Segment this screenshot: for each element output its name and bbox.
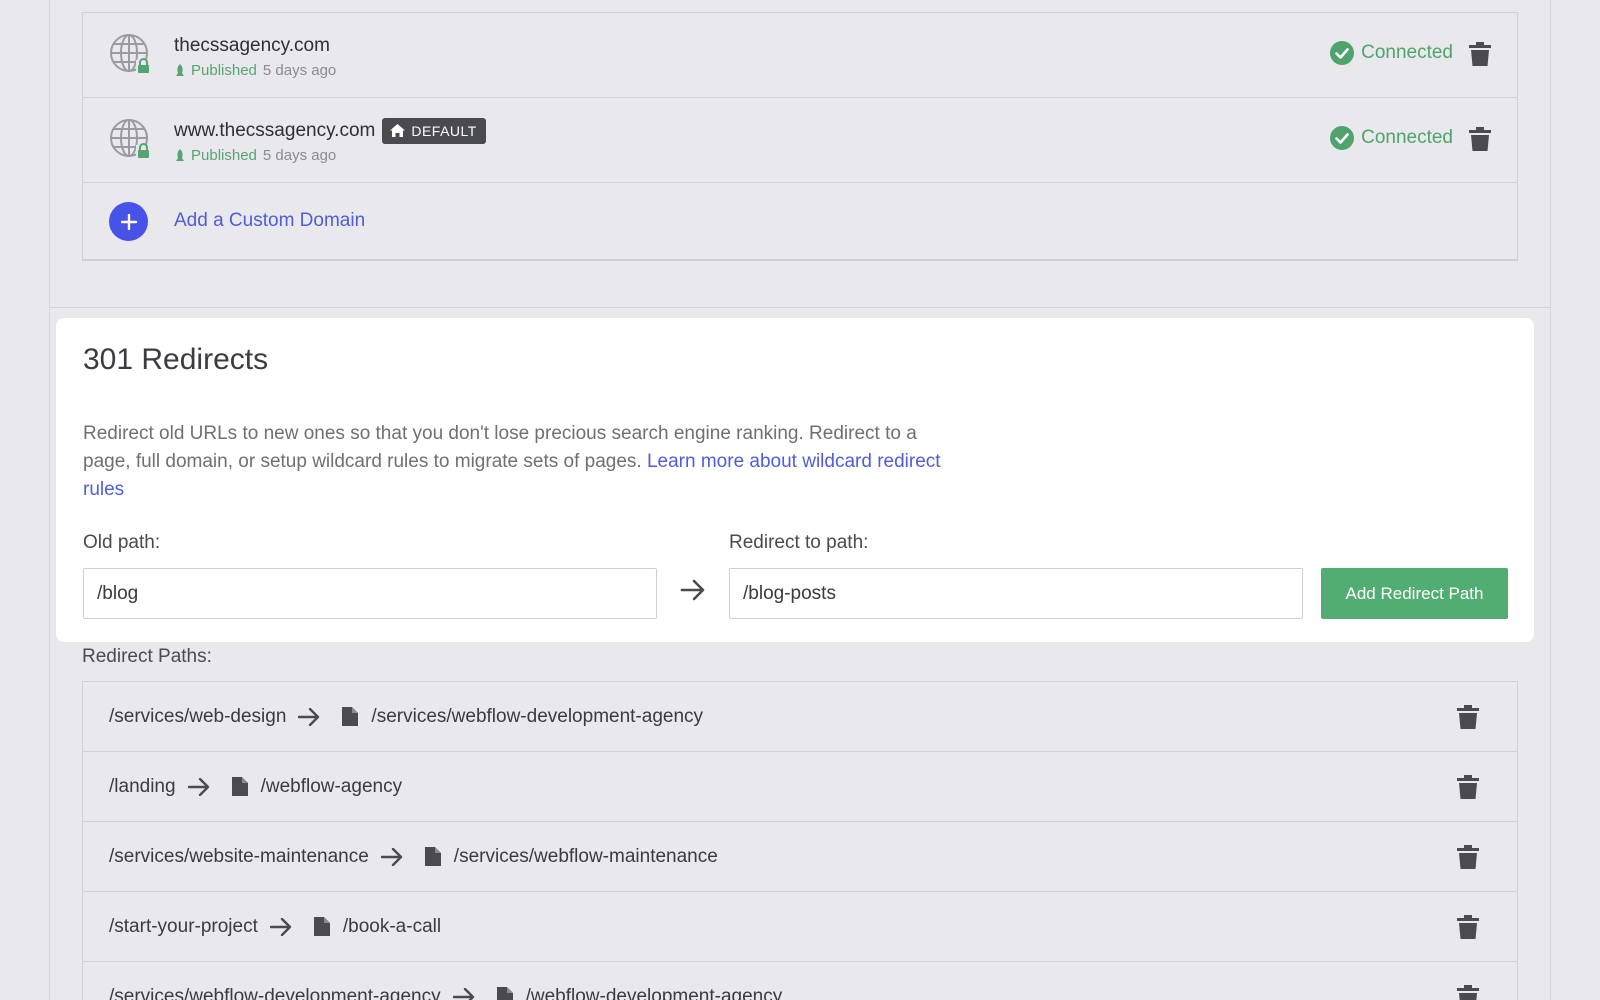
connection-status-label: Connected bbox=[1361, 42, 1453, 63]
published-label: Published bbox=[191, 147, 257, 164]
domain-info: www.thecssagency.com DEFAULT Published 5… bbox=[174, 117, 486, 164]
delete-redirect-button[interactable] bbox=[1457, 775, 1479, 799]
published-status: Published bbox=[174, 62, 257, 79]
published-time: 5 days ago bbox=[262, 62, 337, 79]
redirect-to-path: /webflow-development-agency bbox=[525, 985, 783, 1000]
redirect-path-row: /services/webflow-development-agency /we… bbox=[83, 962, 1517, 1000]
redirect-to-path: /services/webflow-development-agency bbox=[371, 705, 704, 727]
redirect-from-path: /services/website-maintenance bbox=[109, 845, 369, 867]
default-badge-label: DEFAULT bbox=[411, 122, 477, 139]
check-circle-icon bbox=[1330, 126, 1355, 150]
globe-lock-icon bbox=[110, 34, 150, 74]
arrow-right-icon bbox=[269, 917, 292, 936]
redirect-to-path: /book-a-call bbox=[342, 915, 442, 937]
redirects-title: 301 Redirects bbox=[83, 343, 269, 376]
connection-status: Connected bbox=[1330, 126, 1453, 150]
add-custom-domain-link[interactable]: Add a Custom Domain bbox=[174, 210, 365, 232]
delete-domain-button[interactable] bbox=[1469, 42, 1491, 66]
redirect-from-path: /landing bbox=[109, 775, 176, 797]
page-icon bbox=[231, 777, 248, 796]
rocket-icon bbox=[176, 64, 184, 76]
add-domain-row: Add a Custom Domain bbox=[83, 183, 1517, 260]
arrow-right-icon bbox=[380, 847, 402, 866]
domain-row: thecssagency.com Published 5 days ago Co… bbox=[83, 13, 1517, 98]
redirect-path-row: /start-your-project /book-a-call bbox=[83, 892, 1517, 962]
old-path-label: Old path: bbox=[83, 532, 161, 553]
check-circle-icon bbox=[1330, 41, 1355, 65]
delete-redirect-button[interactable] bbox=[1457, 845, 1479, 869]
redirect-paths-list: /services/web-design /services/webflow-d… bbox=[82, 681, 1518, 1000]
page-icon bbox=[342, 707, 359, 726]
arrow-right-icon bbox=[187, 777, 209, 796]
arrow-right-icon bbox=[680, 579, 705, 601]
redirects-description: Redirect old URLs to new ones so that yo… bbox=[83, 420, 953, 504]
domain-row: www.thecssagency.com DEFAULT Published 5… bbox=[83, 98, 1517, 183]
redirect-paths-label: Redirect Paths: bbox=[82, 646, 212, 667]
redirect-path-row: /landing /webflow-agency bbox=[83, 752, 1517, 822]
page-icon bbox=[496, 987, 513, 1000]
connection-status: Connected bbox=[1330, 41, 1453, 65]
delete-redirect-button[interactable] bbox=[1457, 705, 1479, 729]
domain-name: www.thecssagency.com bbox=[174, 119, 376, 141]
delete-redirect-button[interactable] bbox=[1457, 915, 1479, 939]
default-badge: DEFAULT bbox=[382, 117, 486, 144]
redirect-path-row: /services/web-design /services/webflow-d… bbox=[83, 682, 1517, 752]
domain-info: thecssagency.com Published 5 days ago bbox=[174, 33, 337, 80]
published-label: Published bbox=[191, 62, 257, 79]
redirects-card: 301 Redirects Redirect old URLs to new o… bbox=[56, 318, 1534, 642]
redirect-to-path: /webflow-agency bbox=[260, 775, 403, 797]
delete-redirect-button[interactable] bbox=[1457, 985, 1479, 1000]
add-domain-button[interactable] bbox=[109, 202, 148, 241]
arrow-right-icon bbox=[298, 707, 320, 726]
delete-domain-button[interactable] bbox=[1469, 127, 1491, 151]
page-icon bbox=[313, 917, 330, 936]
redirect-to-path-label: Redirect to path: bbox=[729, 532, 869, 553]
rocket-icon bbox=[176, 149, 184, 161]
connection-status-label: Connected bbox=[1361, 127, 1453, 148]
section-divider bbox=[49, 307, 1551, 308]
redirect-path-row: /services/website-maintenance /services/… bbox=[83, 822, 1517, 892]
page-icon bbox=[424, 847, 441, 866]
redirect-to-path-input[interactable] bbox=[729, 568, 1303, 619]
redirect-from-path: /services/webflow-development-agency bbox=[109, 985, 441, 1000]
redirect-from-path: /services/web-design bbox=[109, 705, 287, 727]
globe-lock-icon bbox=[110, 119, 150, 159]
arrow-right-icon bbox=[452, 987, 474, 1000]
old-path-input[interactable] bbox=[83, 568, 657, 619]
add-redirect-path-button[interactable]: Add Redirect Path bbox=[1321, 568, 1508, 619]
domain-name: thecssagency.com bbox=[174, 34, 330, 56]
published-time: 5 days ago bbox=[262, 147, 337, 164]
redirect-from-path: /start-your-project bbox=[109, 915, 258, 937]
home-icon bbox=[390, 124, 406, 137]
plus-icon bbox=[120, 213, 137, 230]
published-status: Published bbox=[174, 147, 257, 164]
custom-domains-list: thecssagency.com Published 5 days ago Co… bbox=[82, 12, 1518, 261]
redirect-to-path: /services/webflow-maintenance bbox=[453, 845, 718, 867]
